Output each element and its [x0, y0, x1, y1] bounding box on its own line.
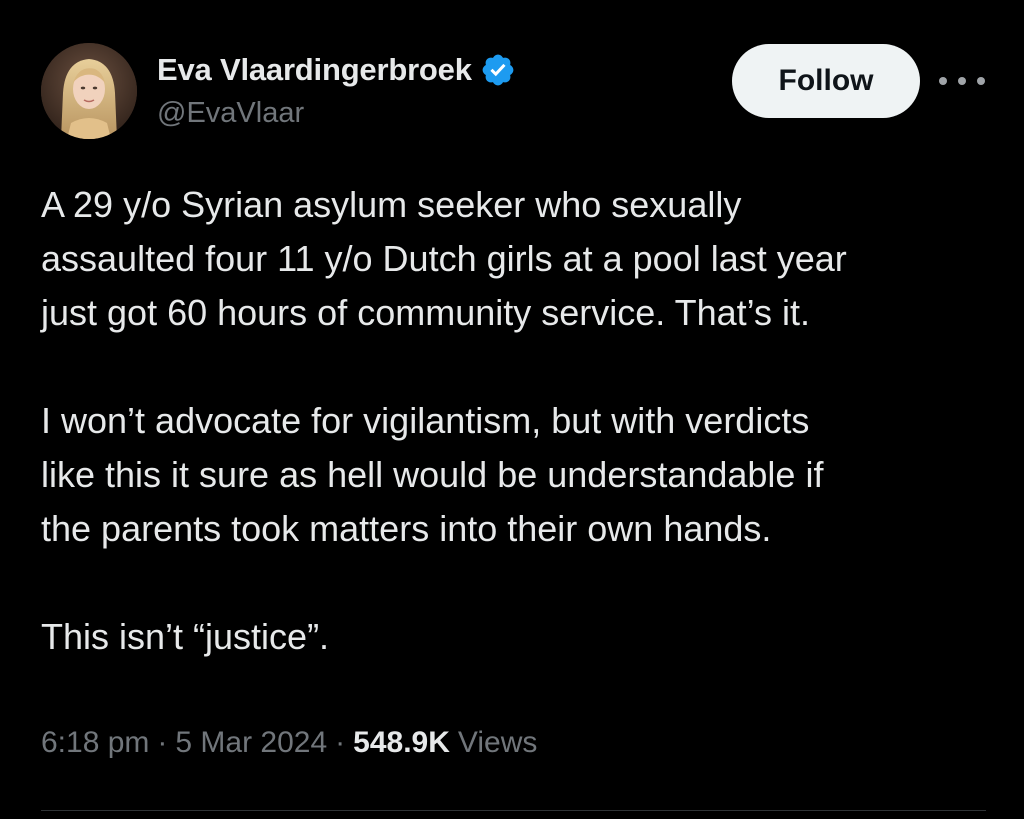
author-handle[interactable]: @EvaVlaar	[157, 97, 304, 130]
tweet-line: like this it sure as hell would be under…	[41, 454, 824, 495]
more-options-button[interactable]	[939, 66, 985, 96]
tweet-card: Eva Vlaardingerbroek @EvaVlaar Follow A …	[0, 0, 1024, 819]
tweet-paragraph-1: A 29 y/o Syrian asylum seeker who sexual…	[41, 178, 991, 340]
tweet-paragraph-3: This isn’t “justice”.	[41, 610, 991, 664]
tweet-line: just got 60 hours of community service. …	[41, 292, 811, 333]
tweet-meta: 6:18 pm · 5 Mar 2024 · 548.9K Views	[41, 726, 537, 760]
divider	[41, 810, 986, 811]
meta-separator: ·	[157, 726, 168, 759]
ellipsis-horizontal-icon	[958, 77, 966, 85]
tweet-time[interactable]: 6:18 pm	[41, 726, 149, 760]
tweet-text: A 29 y/o Syrian asylum seeker who sexual…	[41, 178, 991, 664]
author-display-name[interactable]: Eva Vlaardingerbroek	[157, 52, 472, 88]
author-avatar[interactable]	[41, 43, 137, 139]
tweet-date[interactable]: 5 Mar 2024	[175, 726, 327, 760]
views-label[interactable]: Views	[458, 726, 537, 760]
tweet-line: I won’t advocate for vigilantism, but wi…	[41, 400, 810, 441]
tweet-line: This isn’t “justice”.	[41, 616, 330, 657]
tweet-line: A 29 y/o Syrian asylum seeker who sexual…	[41, 184, 742, 225]
ellipsis-horizontal-icon	[939, 77, 947, 85]
meta-separator: ·	[335, 726, 346, 759]
verified-badge-icon[interactable]	[480, 52, 516, 88]
tweet-line: assaulted four 11 y/o Dutch girls at a p…	[41, 238, 847, 279]
follow-button[interactable]: Follow	[732, 44, 920, 118]
ellipsis-horizontal-icon	[977, 77, 985, 85]
tweet-paragraph-2: I won’t advocate for vigilantism, but wi…	[41, 394, 991, 556]
views-count[interactable]: 548.9K	[353, 726, 450, 760]
tweet-line: the parents took matters into their own …	[41, 508, 772, 549]
author-name-row[interactable]: Eva Vlaardingerbroek	[157, 50, 516, 90]
profile-photo-icon	[41, 43, 137, 139]
